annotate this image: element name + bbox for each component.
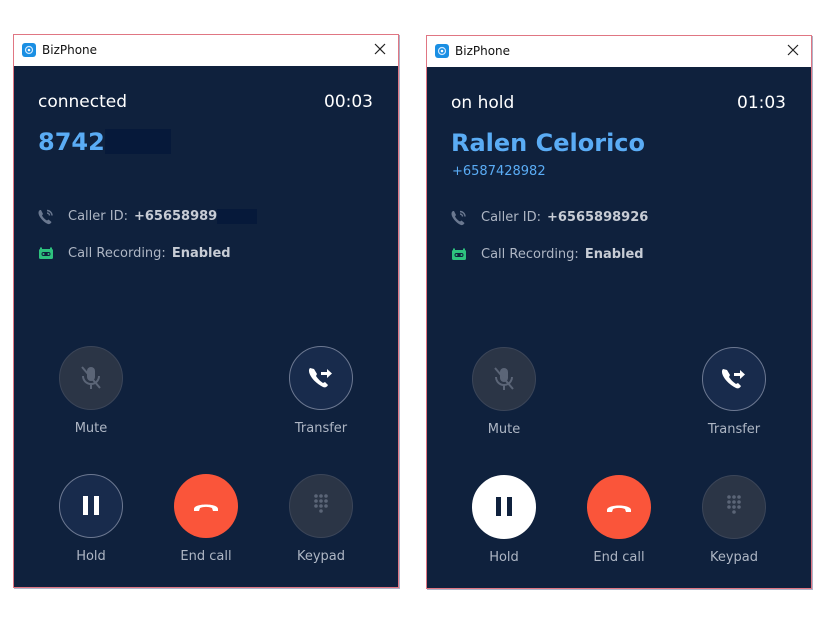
title-bar: BizPhone <box>14 35 398 66</box>
end-call-button[interactable] <box>174 474 238 538</box>
caller-number: +6587428982 <box>452 164 546 179</box>
hold-button[interactable] <box>59 474 123 538</box>
caller-name: 8742 <box>38 128 171 156</box>
transfer-label: Transfer <box>707 422 761 437</box>
pause-icon <box>496 497 512 516</box>
window-title: BizPhone <box>42 43 98 57</box>
mute-button[interactable] <box>472 347 536 411</box>
close-icon[interactable] <box>372 41 388 57</box>
hang-up-icon <box>607 505 631 512</box>
phone-ringing-icon <box>451 210 466 226</box>
redacted-block <box>104 128 171 154</box>
transfer-label: Transfer <box>294 421 348 436</box>
end-call-button[interactable] <box>587 475 651 539</box>
cassette-recording-icon <box>452 248 466 260</box>
phone-transfer-icon <box>308 368 332 388</box>
end-call-label: End call <box>180 549 232 564</box>
call-window-connected: BizPhone connected 00:03 8742 Caller ID:… <box>13 34 399 588</box>
call-timer: 01:03 <box>737 93 786 113</box>
window-title: BizPhone <box>455 44 511 58</box>
recording-label: Call Recording: <box>481 247 579 262</box>
microphone-off-icon <box>81 366 101 389</box>
close-icon[interactable] <box>785 42 801 58</box>
call-timer: 00:03 <box>324 92 373 112</box>
cassette-recording-icon <box>39 247 53 259</box>
transfer-button[interactable] <box>702 347 766 411</box>
pause-icon <box>83 496 99 515</box>
hold-button[interactable] <box>472 475 536 539</box>
keypad-button[interactable] <box>702 475 766 539</box>
caller-id-label: Caller ID: <box>68 209 128 224</box>
hold-label: Hold <box>76 549 106 564</box>
hold-label: Hold <box>489 550 519 565</box>
call-window-on-hold: BizPhone on hold 01:03 Ralen Celorico +6… <box>426 35 812 589</box>
call-status: connected <box>38 92 128 112</box>
recording-value: Enabled <box>171 246 231 261</box>
caller-name: Ralen Celorico <box>451 129 646 157</box>
phone-app-icon <box>22 43 36 57</box>
mute-button[interactable] <box>59 346 123 410</box>
redacted-block <box>217 209 258 224</box>
transfer-button[interactable] <box>289 346 353 410</box>
call-status: on hold <box>451 93 515 113</box>
recording-value: Enabled <box>584 247 644 262</box>
end-call-label: End call <box>593 550 645 565</box>
keypad-label: Keypad <box>296 549 346 564</box>
dialpad-icon <box>314 494 328 513</box>
phone-ringing-icon <box>38 209 53 225</box>
recording-label: Call Recording: <box>68 246 166 261</box>
keypad-label: Keypad <box>709 550 759 565</box>
mute-label: Mute <box>487 422 521 437</box>
dialpad-icon <box>727 495 741 514</box>
caller-id-value: +65658989 <box>133 209 218 224</box>
caller-id-value: +6565898926 <box>546 210 649 225</box>
phone-app-icon <box>435 44 449 58</box>
mute-label: Mute <box>74 421 108 436</box>
title-bar: BizPhone <box>427 36 811 67</box>
microphone-off-icon <box>494 367 514 390</box>
phone-transfer-icon <box>721 369 745 389</box>
caller-id-label: Caller ID: <box>481 210 541 225</box>
hang-up-icon <box>194 504 218 511</box>
caller-name-text: 8742 <box>38 128 105 156</box>
keypad-button[interactable] <box>289 474 353 538</box>
